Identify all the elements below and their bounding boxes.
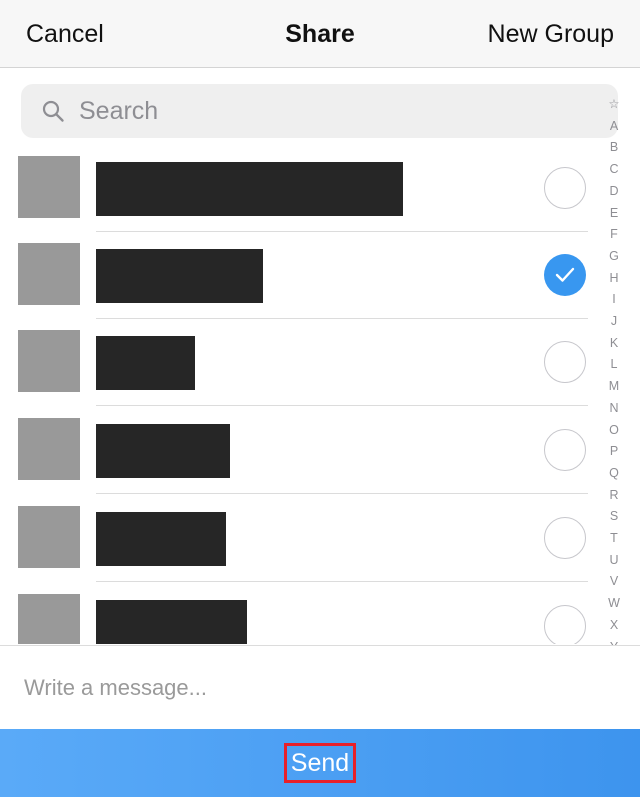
select-circle[interactable] bbox=[544, 429, 586, 471]
redacted-contact-name bbox=[96, 600, 247, 644]
avatar bbox=[18, 243, 80, 305]
index-letter[interactable]: P bbox=[602, 441, 626, 463]
contact-row[interactable] bbox=[0, 144, 600, 232]
redacted-contact-name bbox=[96, 512, 226, 566]
index-letter[interactable]: R bbox=[602, 485, 626, 507]
contact-row[interactable] bbox=[0, 231, 600, 319]
index-letter[interactable]: W bbox=[602, 593, 626, 615]
redacted-contact-name bbox=[96, 162, 403, 216]
index-letter[interactable]: F bbox=[602, 224, 626, 246]
select-circle[interactable] bbox=[544, 517, 586, 559]
index-letter[interactable]: E bbox=[602, 203, 626, 225]
index-letter[interactable]: G bbox=[602, 246, 626, 268]
index-letter[interactable]: K bbox=[602, 333, 626, 355]
select-circle[interactable] bbox=[544, 605, 586, 644]
index-letter[interactable]: V bbox=[602, 571, 626, 593]
search-icon bbox=[42, 100, 64, 122]
index-star-icon[interactable]: ☆ bbox=[602, 94, 626, 116]
search-input[interactable] bbox=[79, 92, 599, 130]
redacted-contact-name bbox=[96, 424, 230, 478]
select-circle[interactable] bbox=[544, 167, 586, 209]
index-letter[interactable]: A bbox=[602, 116, 626, 138]
message-input[interactable] bbox=[24, 668, 614, 708]
index-letter[interactable]: N bbox=[602, 398, 626, 420]
index-letter[interactable]: U bbox=[602, 550, 626, 572]
alphabet-index[interactable]: ☆ABCDEFGHIJKLMNOPQRSTUVWXY bbox=[602, 94, 626, 646]
redacted-contact-name bbox=[96, 336, 195, 390]
index-letter[interactable]: C bbox=[602, 159, 626, 181]
index-letter[interactable]: S bbox=[602, 506, 626, 528]
index-letter[interactable]: J bbox=[602, 311, 626, 333]
search-bar[interactable] bbox=[21, 84, 618, 138]
checkmark-icon bbox=[555, 267, 575, 282]
contact-row[interactable] bbox=[0, 406, 600, 494]
index-letter[interactable]: Q bbox=[602, 463, 626, 485]
index-letter[interactable]: L bbox=[602, 354, 626, 376]
send-button[interactable]: Send bbox=[284, 743, 356, 783]
select-circle[interactable] bbox=[544, 341, 586, 383]
cancel-button[interactable]: Cancel bbox=[26, 20, 104, 49]
new-group-button[interactable]: New Group bbox=[488, 20, 614, 49]
avatar bbox=[18, 418, 80, 480]
top-nav-bar: Cancel Share New Group bbox=[0, 0, 640, 68]
message-compose-area bbox=[0, 645, 640, 729]
index-letter[interactable]: B bbox=[602, 137, 626, 159]
avatar bbox=[18, 506, 80, 568]
contact-row[interactable] bbox=[0, 494, 600, 582]
send-bar[interactable]: Send bbox=[0, 729, 640, 797]
index-letter[interactable]: M bbox=[602, 376, 626, 398]
avatar bbox=[18, 330, 80, 392]
index-letter[interactable]: X bbox=[602, 615, 626, 637]
contact-row[interactable] bbox=[0, 582, 600, 644]
select-circle-checked[interactable] bbox=[544, 254, 586, 296]
avatar bbox=[18, 594, 80, 644]
index-letter[interactable]: T bbox=[602, 528, 626, 550]
contact-row[interactable] bbox=[0, 318, 600, 406]
index-letter[interactable]: D bbox=[602, 181, 626, 203]
redacted-contact-name bbox=[96, 249, 263, 303]
index-letter[interactable]: O bbox=[602, 420, 626, 442]
index-letter[interactable]: H bbox=[602, 268, 626, 290]
avatar bbox=[18, 156, 80, 218]
index-letter[interactable]: I bbox=[602, 289, 626, 311]
contact-list bbox=[0, 144, 600, 644]
